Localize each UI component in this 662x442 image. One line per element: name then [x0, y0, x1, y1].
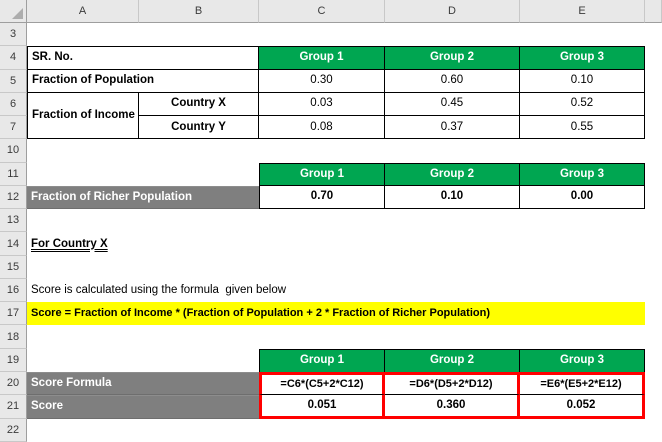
row-header-5[interactable]: 5: [0, 69, 27, 93]
cell-richer-group2[interactable]: 0.10: [385, 185, 520, 210]
row-header-7[interactable]: 7: [0, 116, 27, 140]
cell-income-x-group1[interactable]: 0.03: [259, 92, 385, 117]
row-header-14[interactable]: 14: [0, 232, 27, 256]
column-header-d[interactable]: D: [385, 0, 520, 23]
cell-t1-header-group3[interactable]: Group 3: [520, 46, 645, 70]
row-header-16[interactable]: 16: [0, 278, 27, 303]
cell-t2-header-group2[interactable]: Group 2: [385, 162, 520, 186]
cell-pop-group1[interactable]: 0.30: [259, 69, 385, 93]
cell-formula-group2[interactable]: =D6*(D5+2*D12): [385, 371, 520, 396]
cell-fraction-population-label[interactable]: Fraction of Population: [27, 69, 259, 93]
row-header-11[interactable]: 11: [0, 162, 27, 186]
cell-score-group2[interactable]: 0.360: [385, 395, 520, 419]
row-header-6[interactable]: 6: [0, 92, 27, 117]
cell-score-description[interactable]: Score is calculated using the formula gi…: [27, 278, 645, 303]
row-header-18[interactable]: 18: [0, 325, 27, 349]
cell-fraction-income-label[interactable]: Fraction of Income: [27, 92, 139, 140]
cell-score-group1[interactable]: 0.051: [259, 395, 385, 419]
spreadsheet: A B C D E 3 4 5 6 7 10 11 12 13 14 15 16…: [0, 0, 662, 442]
cell-country-y[interactable]: Country Y: [139, 116, 259, 140]
for-country-x-text: For Country X: [31, 237, 108, 250]
cell-score-formula-label[interactable]: Score Formula: [27, 371, 259, 396]
cell-formula-group1[interactable]: =C6*(C5+2*C12): [259, 371, 385, 396]
select-all-icon: [12, 8, 23, 19]
row-header-22[interactable]: 22: [0, 418, 27, 442]
cell-t1-header-group1[interactable]: Group 1: [259, 46, 385, 70]
cell-income-x-group2[interactable]: 0.45: [385, 92, 520, 117]
cell-income-y-group1[interactable]: 0.08: [259, 116, 385, 140]
cell-pop-group3[interactable]: 0.10: [520, 69, 645, 93]
row-header-19[interactable]: 19: [0, 348, 27, 372]
cell-for-country-x[interactable]: For Country X: [27, 232, 385, 256]
cell-t3-header-group2[interactable]: Group 2: [385, 348, 520, 372]
row-header-21[interactable]: 21: [0, 395, 27, 419]
cell-formula-highlight[interactable]: Score = Fraction of Income * (Fraction o…: [27, 302, 645, 326]
row-header-20[interactable]: 20: [0, 371, 27, 396]
cell-t2-header-group1[interactable]: Group 1: [259, 162, 385, 186]
row-header-4[interactable]: 4: [0, 46, 27, 70]
cell-richer-group3[interactable]: 0.00: [520, 185, 645, 210]
cell-income-y-group2[interactable]: 0.37: [385, 116, 520, 140]
select-all-corner[interactable]: [0, 0, 27, 23]
cell-formula-group3[interactable]: =E6*(E5+2*E12): [520, 371, 645, 396]
cell-income-y-group3[interactable]: 0.55: [520, 116, 645, 140]
cell-t1-header-group2[interactable]: Group 2: [385, 46, 520, 70]
column-header-e[interactable]: E: [520, 0, 645, 23]
cell-score-label[interactable]: Score: [27, 395, 259, 419]
cell-t2-header-group3[interactable]: Group 3: [520, 162, 645, 186]
cell-country-x[interactable]: Country X: [139, 92, 259, 117]
column-header-a[interactable]: A: [27, 0, 139, 23]
column-header-c[interactable]: C: [259, 0, 385, 23]
cell-pop-group2[interactable]: 0.60: [385, 69, 520, 93]
row-header-3[interactable]: 3: [0, 23, 27, 47]
cell-score-group3[interactable]: 0.052: [520, 395, 645, 419]
row-header-12[interactable]: 12: [0, 185, 27, 210]
row-header-10[interactable]: 10: [0, 139, 27, 163]
cell-sr-no[interactable]: SR. No.: [27, 46, 259, 70]
row-header-15[interactable]: 15: [0, 255, 27, 279]
cell-income-x-group3[interactable]: 0.52: [520, 92, 645, 117]
cell-richer-group1[interactable]: 0.70: [259, 185, 385, 210]
column-header-b[interactable]: B: [139, 0, 259, 23]
cell-richer-population-label[interactable]: Fraction of Richer Population: [27, 185, 259, 210]
cell-t3-header-group3[interactable]: Group 3: [520, 348, 645, 372]
cell-t3-header-group1[interactable]: Group 1: [259, 348, 385, 372]
column-header-partial: [645, 0, 662, 23]
row-header-17[interactable]: 17: [0, 302, 27, 326]
row-header-13[interactable]: 13: [0, 209, 27, 233]
